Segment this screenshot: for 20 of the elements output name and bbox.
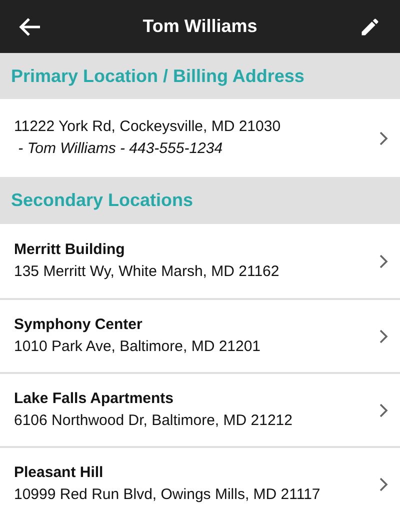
location-name: Merritt Building (14, 240, 126, 260)
address-text: 135 Merritt Wy, White Marsh, MD 21162 (14, 262, 280, 282)
address-text: 11222 York Rd, Cockeysville, MD 21030 (14, 117, 281, 137)
chevron-right-icon (379, 476, 388, 492)
location-name: Lake Falls Apartments (14, 389, 174, 409)
section-header: Primary Location / Billing Address (0, 53, 400, 99)
location-name: Symphony Center (14, 315, 144, 335)
chevron-right-icon (379, 328, 388, 344)
address-text: 6106 Northwood Dr, Baltimore, MD 21212 (14, 411, 292, 431)
address-text: 1010 Park Ave, Baltimore, MD 21201 (14, 337, 261, 357)
chevron-right-icon (379, 402, 388, 418)
location-name: Pleasant Hill (14, 463, 104, 483)
contact-text: - Tom Williams - 443-555-1234 (17, 139, 224, 159)
screen-title: Tom Williams (142, 15, 258, 38)
chevron-right-icon (379, 254, 388, 268)
section-header: Secondary Locations (0, 177, 400, 224)
address-text: 10999 Red Run Blvd, Owings Mills, MD 21117 (14, 485, 320, 505)
back-arrow-icon (19, 16, 41, 36)
pencil-icon (359, 16, 381, 38)
chevron-right-icon (379, 130, 388, 146)
